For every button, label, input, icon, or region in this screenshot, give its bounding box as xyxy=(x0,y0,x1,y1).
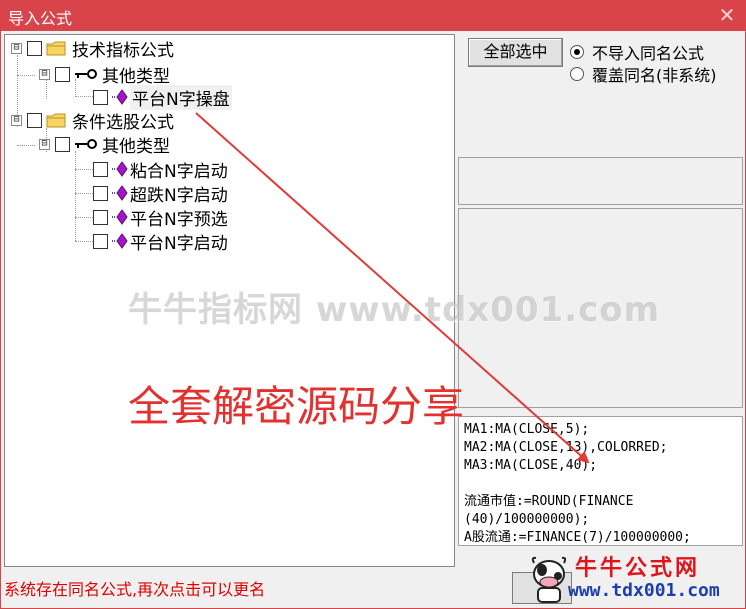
title-bar: 导入公式 ✕ xyxy=(0,0,746,31)
code-line: ​ xyxy=(464,475,737,493)
code-line: MA2:MA(CLOSE,13),COLORRED; xyxy=(464,440,668,455)
tree-node-formula[interactable]: 平台N字启动 xyxy=(93,230,228,254)
collapse-icon[interactable]: ⊟ xyxy=(39,68,50,80)
checkbox[interactable] xyxy=(93,161,108,177)
radio-no-import[interactable]: 不导入同名公式 xyxy=(570,42,705,63)
collapse-icon[interactable]: ⊟ xyxy=(11,42,22,54)
watermark-site-text: 牛牛指标网 www.tdx001.com xyxy=(128,290,661,330)
site-logo: 牛牛公式网 www.tdx001.com xyxy=(528,550,742,606)
logo-title: 牛牛公式网 xyxy=(575,556,701,581)
promo-text: 全套解密源码分享 xyxy=(128,382,465,431)
checkbox[interactable] xyxy=(93,89,108,105)
tree-node-stock-screen[interactable]: ⊟ 条件选股公式 xyxy=(11,109,174,133)
purple-gem-icon xyxy=(112,185,128,201)
tree-node-formula[interactable]: 粘合N字启动 xyxy=(93,158,228,182)
code-line: (40)/100000000); xyxy=(464,512,590,527)
logo-url: www.tdx001.com xyxy=(568,580,720,601)
tree-node-other-types[interactable]: ⊟ 其他类型 xyxy=(39,63,170,87)
tree-node-label: 其他类型 xyxy=(102,136,170,157)
radio-label: 不导入同名公式 xyxy=(592,44,705,63)
formula-code-view[interactable]: MA1:MA(CLOSE,5); MA2:MA(CLOSE,13),COLORRE… xyxy=(458,416,743,546)
key-icon xyxy=(75,69,97,79)
radio-overwrite[interactable]: 覆盖同名(非系统) xyxy=(570,64,717,85)
folder-icon xyxy=(46,41,66,55)
tree-node-label: 其他类型 xyxy=(102,66,170,87)
checkbox[interactable] xyxy=(27,40,42,56)
tree-node-label: 条件选股公式 xyxy=(72,112,174,133)
select-all-button[interactable]: 全部选中 xyxy=(468,38,563,67)
tree-node-tech-indicators[interactable]: ⊟ 技术指标公式 xyxy=(11,37,174,61)
tree-node-formula[interactable]: 超跌N字启动 xyxy=(93,182,228,206)
code-line: MA1:MA(CLOSE,5); xyxy=(464,422,590,437)
cow-mascot-icon xyxy=(531,556,567,603)
close-icon[interactable]: ✕ xyxy=(714,3,740,27)
tree-node-label: 平台N字操盘 xyxy=(130,84,232,110)
purple-gem-icon xyxy=(112,89,128,105)
collapse-icon[interactable]: ⊟ xyxy=(39,138,50,150)
window-title: 导入公式 xyxy=(8,9,73,28)
info-box xyxy=(458,157,743,205)
tree-node-formula[interactable]: 平台N字操盘 xyxy=(93,84,232,110)
purple-gem-icon xyxy=(112,161,128,177)
collapse-icon[interactable]: ⊟ xyxy=(11,114,22,126)
folder-icon xyxy=(46,113,66,127)
tree-node-other-types[interactable]: ⊟ 其他类型 xyxy=(39,133,170,157)
purple-gem-icon xyxy=(112,209,128,225)
radio-label: 覆盖同名(非系统) xyxy=(592,66,717,85)
checkbox[interactable] xyxy=(55,136,70,152)
checkbox[interactable] xyxy=(93,233,108,249)
tree-node-label: 技术指标公式 xyxy=(72,40,174,61)
code-line: A股流通:=FINANCE(7)/100000000; xyxy=(464,530,691,545)
purple-gem-icon xyxy=(112,233,128,249)
key-icon xyxy=(75,139,97,149)
checkbox[interactable] xyxy=(55,66,70,82)
radio-button[interactable] xyxy=(570,67,584,81)
tree-node-label: 平台N字启动 xyxy=(130,233,228,254)
status-message: 系统存在同名公式,再次点击可以更名 xyxy=(4,580,266,599)
tree-node-label: 粘合N字启动 xyxy=(130,161,228,182)
tree-node-formula[interactable]: 平台N字预选 xyxy=(93,206,228,230)
radio-button-selected[interactable] xyxy=(570,45,584,59)
checkbox[interactable] xyxy=(27,112,42,128)
code-line: 流通市值:=ROUND(FINANCE xyxy=(464,494,634,509)
tree-node-label: 平台N字预选 xyxy=(130,209,228,230)
tree-node-label: 超跌N字启动 xyxy=(130,185,228,206)
checkbox[interactable] xyxy=(93,209,108,225)
code-line: MA3:MA(CLOSE,40); xyxy=(464,458,598,473)
checkbox[interactable] xyxy=(93,185,108,201)
